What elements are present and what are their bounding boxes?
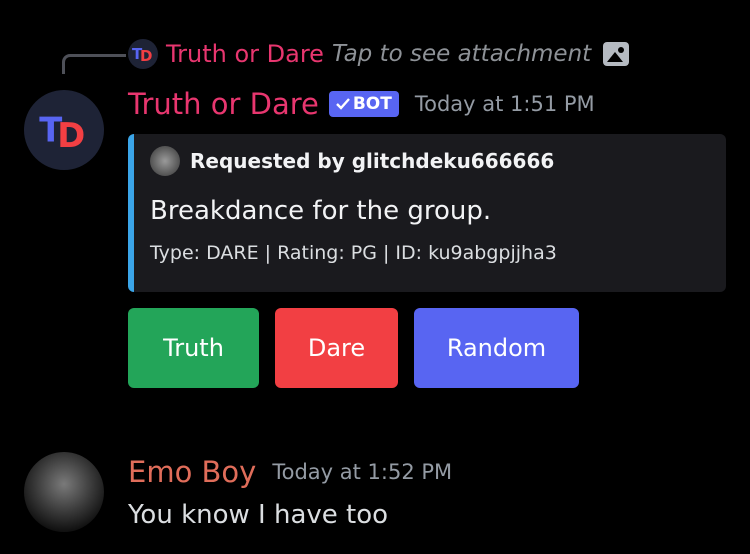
user-message-timestamp: Today at 1:52 PM <box>272 460 453 484</box>
reply-avatar[interactable]: T D <box>128 39 158 69</box>
embed-description: Breakdance for the group. <box>150 196 492 226</box>
reply-author[interactable]: Truth or Dare <box>166 40 324 68</box>
embed-author-name: Requested by glitchdeku666666 <box>190 149 555 173</box>
bot-author-name[interactable]: Truth or Dare <box>128 87 319 121</box>
bot-badge: BOT <box>328 91 399 117</box>
svg-text:D: D <box>57 116 85 148</box>
svg-text:D: D <box>140 47 152 62</box>
truth-button[interactable]: Truth <box>128 308 259 388</box>
dare-button[interactable]: Dare <box>275 308 398 388</box>
action-buttons: Truth Dare Random <box>128 308 579 388</box>
td-logo-icon: T D <box>132 46 152 62</box>
bot-message-header: Truth or Dare BOT Today at 1:51 PM <box>128 86 595 122</box>
reply-connector <box>62 54 126 74</box>
bot-badge-label: BOT <box>352 94 392 114</box>
td-logo-icon: T D <box>39 112 85 148</box>
embed-footer: Type: DARE | Rating: PG | ID: ku9abgpjjh… <box>150 242 557 264</box>
user-message-header: Emo Boy Today at 1:52 PM <box>128 454 452 490</box>
bot-avatar[interactable]: T D <box>24 90 104 170</box>
reply-preview[interactable]: Tap to see attachment <box>332 41 591 67</box>
embed: Requested by glitchdeku666666 Breakdance… <box>128 134 726 292</box>
user-avatar[interactable] <box>24 452 104 532</box>
random-button[interactable]: Random <box>414 308 579 388</box>
requester-avatar <box>150 146 180 176</box>
embed-author: Requested by glitchdeku666666 <box>150 146 710 176</box>
reply-reference[interactable]: T D Truth or Dare Tap to see attachment <box>128 38 630 70</box>
user-author-name[interactable]: Emo Boy <box>128 455 256 489</box>
bot-message-timestamp: Today at 1:51 PM <box>414 92 595 116</box>
checkmark-icon <box>335 98 350 110</box>
image-icon <box>603 42 630 66</box>
user-message-text: You know I have too <box>128 500 389 530</box>
